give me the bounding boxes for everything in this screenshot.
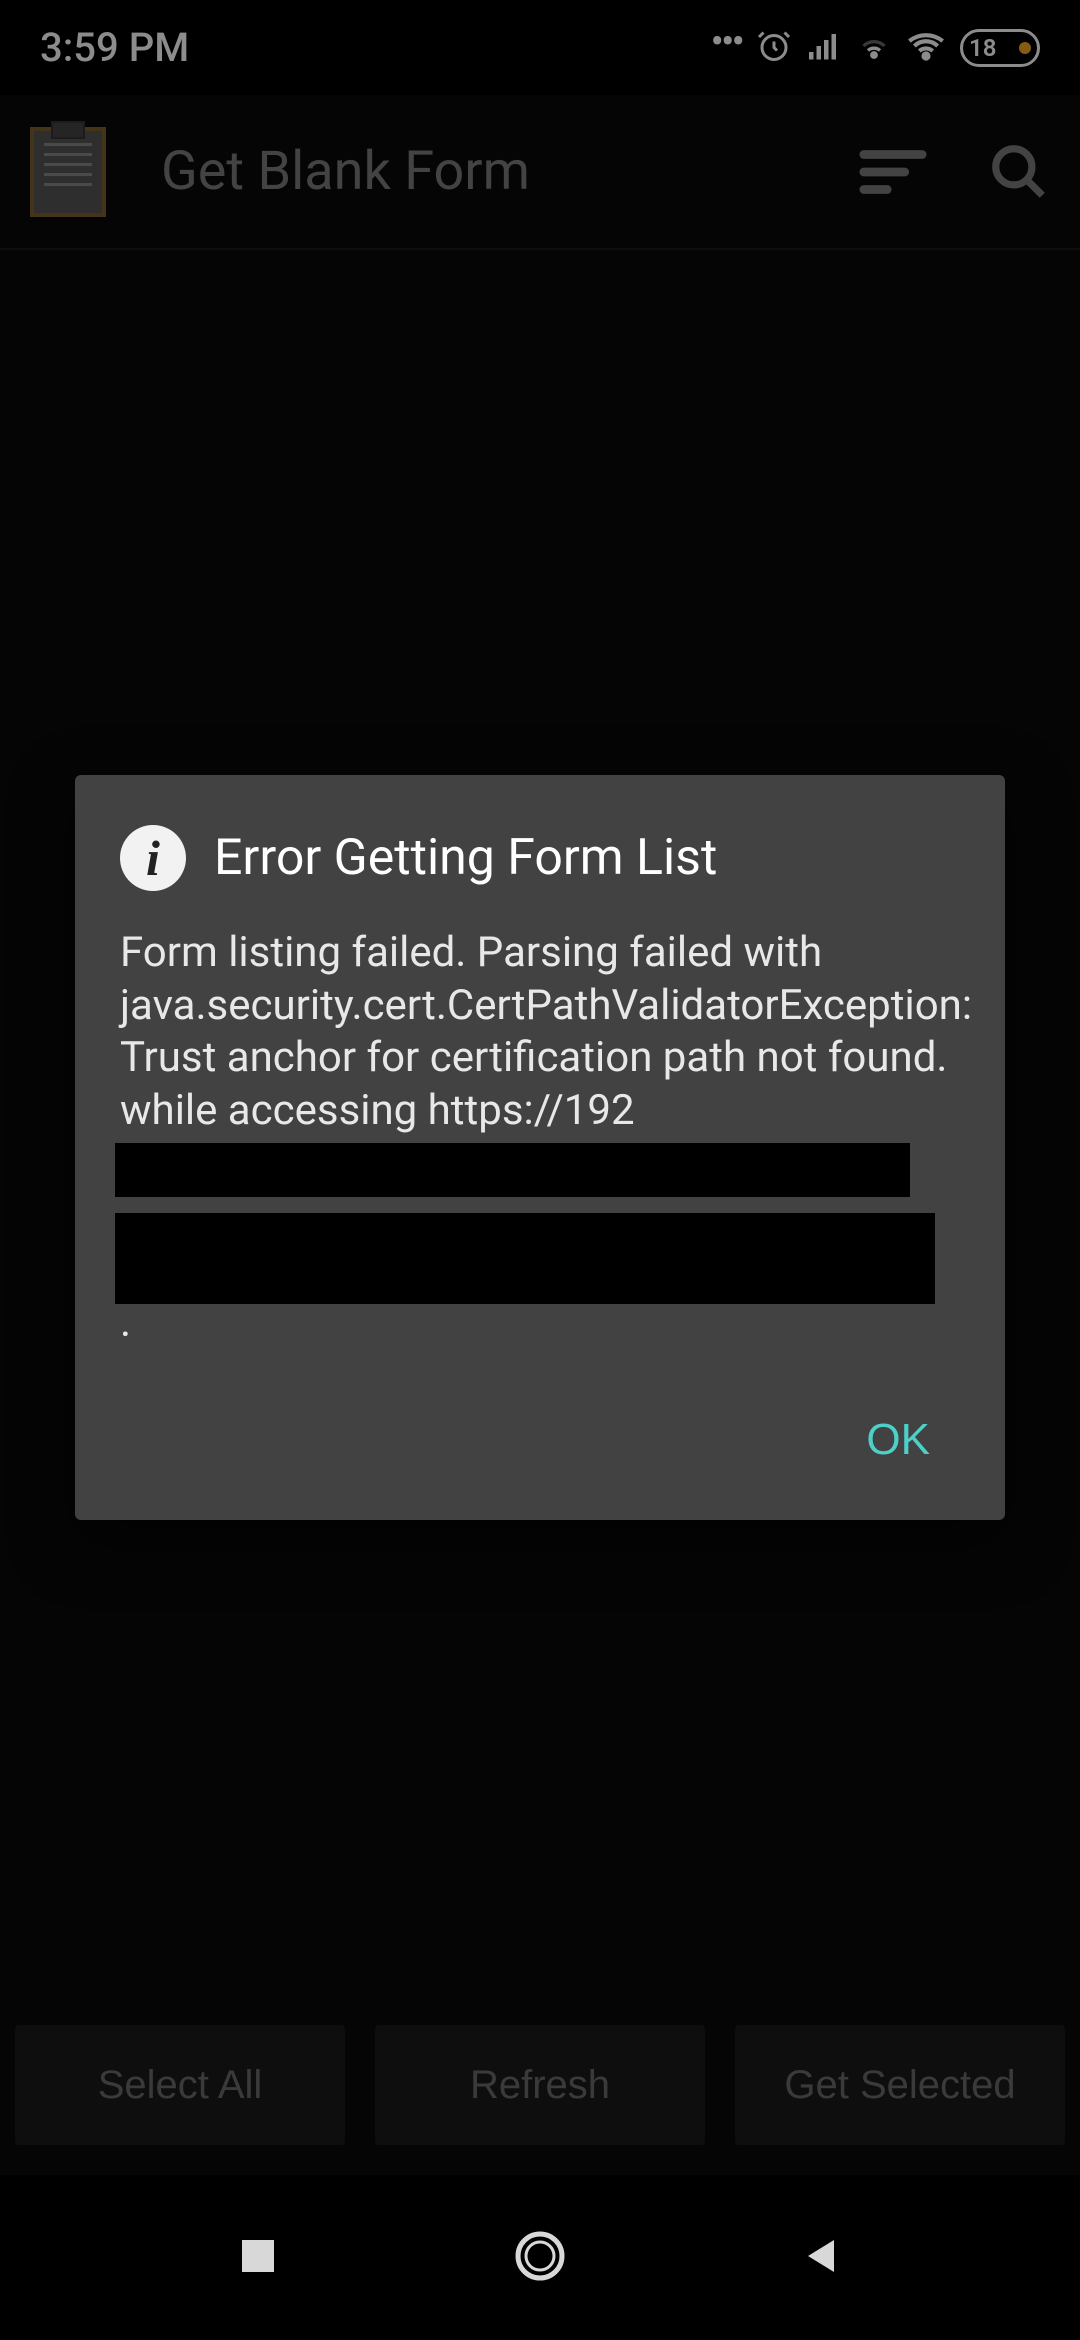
dialog-header: i Error Getting Form List — [120, 825, 960, 891]
nav-home-icon[interactable] — [513, 2229, 567, 2287]
info-icon: i — [120, 825, 186, 891]
redacted-line — [115, 1250, 935, 1304]
dialog-body: Form listing failed. Parsing failed with… — [120, 927, 960, 1350]
nav-back-icon[interactable] — [800, 2234, 844, 2282]
dialog-message-1: Form listing failed. Parsing failed with… — [120, 928, 972, 1135]
dialog-message-end: . — [120, 1298, 131, 1347]
dialog-footer: OK — [120, 1400, 960, 1480]
redacted-block — [120, 1137, 960, 1297]
nav-recent-icon[interactable] — [236, 2234, 280, 2282]
error-dialog: i Error Getting Form List Form listing f… — [75, 775, 1005, 1520]
redacted-line — [115, 1143, 910, 1197]
system-nav-bar — [0, 2175, 1080, 2340]
dialog-title: Error Getting Form List — [214, 829, 717, 887]
ok-button[interactable]: OK — [836, 1400, 960, 1480]
